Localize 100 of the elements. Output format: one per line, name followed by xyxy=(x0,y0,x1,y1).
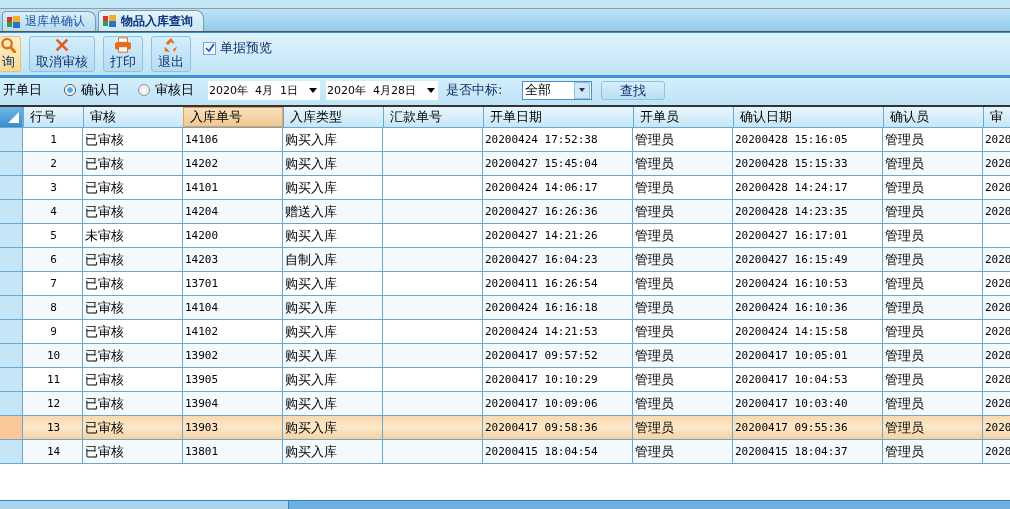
table-cell: 购买入库 xyxy=(285,130,337,149)
table-cell: 已审核 xyxy=(85,394,124,413)
table-cell: 13 xyxy=(46,421,61,434)
table-cell: 管理员 xyxy=(635,250,674,269)
table-cell: 管理员 xyxy=(635,346,674,365)
table-cell: 管理员 xyxy=(885,370,924,389)
dropdown-icon xyxy=(427,87,435,93)
table-cell: 8 xyxy=(50,301,57,314)
table-cell: 购买入库 xyxy=(285,298,337,317)
table-cell: 13904 xyxy=(185,397,219,410)
select-all-corner[interactable] xyxy=(0,107,23,127)
column-header[interactable]: 入库类型 xyxy=(283,107,383,127)
column-header[interactable]: 行号 xyxy=(23,107,83,127)
date-type-label: 开单日 xyxy=(3,81,42,99)
column-header[interactable]: 开单员 xyxy=(633,107,733,127)
table-cell: 购买入库 xyxy=(285,394,337,413)
table-row[interactable]: 1 已审核 14106 购买入库 20200424 17:52:38 管理员 20200428 15:16:05 管理员 2020 xyxy=(0,128,1010,152)
table-cell: 管理员 xyxy=(885,298,924,317)
table-cell: 管理员 xyxy=(635,298,674,317)
table-row[interactable]: 6 已审核 14203 自制入库 20200427 16:04:23 管理员 20200427 16:15:49 管理员 2020 xyxy=(0,248,1010,272)
cross-icon xyxy=(53,37,71,53)
table-cell: 20200417 09:57:52 xyxy=(485,349,598,362)
toolbar-button[interactable]: 取消审核 xyxy=(29,36,95,72)
column-header[interactable]: 确认日期 xyxy=(733,107,883,127)
table-cell: 20200417 10:04:53 xyxy=(735,373,848,386)
table-cell: 购买入库 xyxy=(285,178,337,197)
bid-dropdown[interactable]: 全部 xyxy=(522,80,593,100)
table-cell: 7 xyxy=(50,277,57,290)
column-header[interactable]: 汇款单号 xyxy=(383,107,483,127)
column-header[interactable]: 审 xyxy=(983,107,1010,127)
table-cell: 20200417 10:03:40 xyxy=(735,397,848,410)
table-cell: 管理员 xyxy=(635,226,674,245)
column-header[interactable]: 确认员 xyxy=(883,107,983,127)
table-row[interactable]: 9 已审核 14102 购买入库 20200424 14:21:53 管理员 20200424 14:15:58 管理员 2020 xyxy=(0,320,1010,344)
table-cell: 9 xyxy=(50,325,57,338)
table-cell: 2020 xyxy=(985,205,1010,218)
table-row[interactable]: 7 已审核 13701 购买入库 20200411 16:26:54 管理员 20200424 16:10:53 管理员 2020 xyxy=(0,272,1010,296)
checkbox[interactable] xyxy=(203,41,216,55)
table-cell: 管理员 xyxy=(885,130,924,149)
radio-button[interactable]: 审核日 xyxy=(138,81,194,99)
table-row[interactable]: 14 已审核 13801 购买入库 20200415 18:04:54 管理员 20200415 18:04:37 管理员 2020 xyxy=(0,440,1010,464)
toolbar-button[interactable]: 询 xyxy=(0,36,21,72)
table-cell: 2020 xyxy=(985,277,1010,290)
table-cell: 2020 xyxy=(985,133,1010,146)
table-cell: 20200427 15:45:04 xyxy=(485,157,598,170)
table-row[interactable]: 5 未审核 14200 购买入库 20200427 14:21:26 管理员 20200427 16:17:01 管理员 xyxy=(0,224,1010,248)
find-button[interactable]: 查找 xyxy=(601,80,666,100)
table-cell: 20200415 18:04:37 xyxy=(735,445,848,458)
table-cell: 购买入库 xyxy=(285,370,337,389)
table-row[interactable]: 13 已审核 13903 购买入库 20200417 09:58:36 管理员 20200417 09:55:36 管理员 2020 xyxy=(0,416,1010,440)
table-row[interactable]: 4 已审核 14204 赠送入库 20200427 16:26:36 管理员 20200428 14:23:35 管理员 2020 xyxy=(0,200,1010,224)
radio-button[interactable]: 确认日 xyxy=(64,81,120,99)
table-cell: 2020 xyxy=(985,421,1010,434)
preview-checkbox[interactable]: 单据预览 xyxy=(203,39,272,57)
tab[interactable]: 物品入库查询 xyxy=(98,10,204,31)
table-row[interactable]: 8 已审核 14104 购买入库 20200424 16:16:18 管理员 20200424 16:10:36 管理员 2020 xyxy=(0,296,1010,320)
table-row[interactable]: 12 已审核 13904 购买入库 20200417 10:09:06 管理员 20200417 10:03:40 管理员 2020 xyxy=(0,392,1010,416)
table-cell: 20200417 10:05:01 xyxy=(735,349,848,362)
table-cell: 2020 xyxy=(985,181,1010,194)
table-cell: 未审核 xyxy=(85,226,124,245)
table-cell: 20200424 14:21:53 xyxy=(485,325,598,338)
table-cell: 14 xyxy=(46,445,61,458)
table-cell: 管理员 xyxy=(635,202,674,221)
horizontal-scrollbar[interactable] xyxy=(0,500,1010,509)
table-cell: 12 xyxy=(46,397,61,410)
table-cell: 20200424 16:10:53 xyxy=(735,277,848,290)
column-header[interactable]: 开单日期 xyxy=(483,107,633,127)
table-cell: 管理员 xyxy=(635,130,674,149)
column-header[interactable]: 入库单号 xyxy=(183,107,283,127)
toolbar-button[interactable]: 退出 xyxy=(151,36,191,72)
printer-icon xyxy=(113,37,133,53)
table-cell: 14101 xyxy=(185,181,219,194)
table-cell: 20200417 10:10:29 xyxy=(485,373,598,386)
table-row[interactable]: 3 已审核 14101 购买入库 20200424 14:06:17 管理员 20200428 14:24:17 管理员 2020 xyxy=(0,176,1010,200)
table-cell: 2020 xyxy=(985,349,1010,362)
table-cell: 购买入库 xyxy=(285,274,337,293)
table-cell: 管理员 xyxy=(885,442,924,461)
table-cell: 已审核 xyxy=(85,346,124,365)
tab[interactable]: 退库单确认 xyxy=(2,11,96,31)
toolbar-button[interactable]: 打印 xyxy=(103,36,143,72)
table-row[interactable]: 2 已审核 14202 购买入库 20200427 15:45:04 管理员 20200428 15:15:33 管理员 2020 xyxy=(0,152,1010,176)
table-cell: 20200427 16:17:01 xyxy=(735,229,848,242)
search-icon xyxy=(1,37,16,53)
table-row[interactable]: 11 已审核 13905 购买入库 20200417 10:10:29 管理员 20200417 10:04:53 管理员 2020 xyxy=(0,368,1010,392)
table-row[interactable]: 10 已审核 13902 购买入库 20200417 09:57:52 管理员 20200417 10:05:01 管理员 2020 xyxy=(0,344,1010,368)
date-picker[interactable]: 2020年 4月 1日 xyxy=(208,80,320,100)
date-picker[interactable]: 2020年 4月28日 xyxy=(326,80,438,100)
table-cell: 已审核 xyxy=(85,178,124,197)
table-cell: 管理员 xyxy=(635,370,674,389)
dropdown-icon xyxy=(579,88,586,92)
table-cell: 20200428 15:15:33 xyxy=(735,157,848,170)
corner-triangle-icon xyxy=(6,112,20,124)
table-cell: 20200427 16:26:36 xyxy=(485,205,598,218)
table-cell: 14203 xyxy=(185,253,219,266)
table-cell: 购买入库 xyxy=(285,154,337,173)
table-cell: 管理员 xyxy=(885,250,924,269)
table-cell: 管理员 xyxy=(635,394,674,413)
table-cell: 管理员 xyxy=(885,202,924,221)
table-cell: 已审核 xyxy=(85,250,124,269)
table-cell: 已审核 xyxy=(85,154,124,173)
